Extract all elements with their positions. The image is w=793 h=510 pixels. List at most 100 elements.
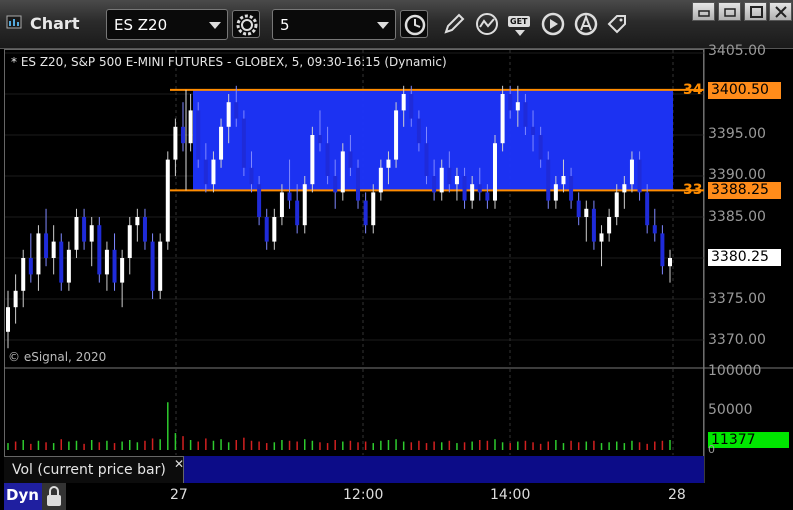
candle-body	[394, 110, 399, 160]
candle-body	[637, 159, 642, 193]
candle-body	[439, 167, 444, 193]
time-tick: 14:00	[490, 487, 531, 503]
current-price-tag: 3380.25	[708, 249, 781, 266]
candle-body	[538, 135, 543, 160]
candle-body	[599, 233, 604, 242]
candle-body	[302, 184, 307, 226]
candle-body	[317, 135, 322, 144]
range-high-short: 34	[683, 82, 703, 98]
candle-body	[234, 102, 239, 119]
range-low-short: 33	[683, 182, 703, 198]
close-icon[interactable]: ✕	[174, 457, 184, 471]
candle-body	[82, 217, 87, 242]
candle-body	[257, 184, 262, 217]
volume-zero-tick: 0	[708, 443, 715, 456]
candle-body	[591, 208, 596, 242]
candle-body	[378, 167, 383, 193]
candle-body	[523, 102, 528, 127]
candle-body	[660, 233, 665, 267]
candle-body	[310, 135, 315, 185]
candle-body	[59, 241, 64, 283]
candle-body	[181, 126, 186, 144]
candle-body	[409, 94, 414, 119]
candle-body	[371, 192, 376, 226]
price-tick: 3370.00	[708, 332, 766, 348]
price-range-box	[193, 89, 673, 191]
candle-body	[454, 176, 459, 185]
candle-body	[340, 151, 345, 193]
candle-body	[508, 94, 513, 111]
range-high-tag: 3400.50	[708, 82, 781, 99]
candle-body	[158, 241, 163, 291]
candle-body	[112, 249, 117, 283]
candle-body	[44, 233, 49, 258]
candle-body	[97, 225, 102, 275]
price-tick: 3375.00	[708, 291, 766, 307]
candle-body	[325, 143, 330, 176]
candle-body	[6, 307, 10, 332]
candle-body	[74, 217, 79, 250]
candle-body	[477, 184, 482, 193]
price-tick: 3405.00	[708, 43, 766, 59]
candle-body	[386, 159, 391, 168]
candle-body	[279, 192, 284, 217]
candle-body	[295, 200, 300, 226]
candle-body	[546, 159, 551, 201]
candle-body	[135, 217, 140, 226]
dynamic-button-label: Dyn	[6, 486, 39, 504]
lock-icon	[47, 486, 61, 506]
volume-tick: 100000	[708, 363, 762, 379]
candle-body	[165, 159, 170, 242]
price-tick: 3395.00	[708, 126, 766, 142]
time-tick: 27	[170, 487, 188, 503]
candle-body	[356, 167, 361, 201]
candle-body	[150, 241, 155, 291]
dynamic-button[interactable]: Dyn	[4, 483, 42, 510]
study-strip	[184, 456, 704, 483]
volume-study-title: Vol (current price bar)	[12, 462, 166, 478]
candle-body	[21, 258, 26, 291]
candle-body	[104, 249, 109, 275]
candle-body	[249, 167, 254, 185]
candle-body	[120, 258, 125, 283]
time-tick: 12:00	[343, 487, 384, 503]
candle-body	[614, 192, 619, 217]
candle-body	[515, 102, 520, 111]
copyright-label: © eSignal, 2020	[8, 350, 107, 364]
volume-study-label[interactable]: Vol (current price bar) ✕	[4, 456, 184, 483]
candle-body	[89, 225, 94, 242]
candle-body	[363, 200, 368, 226]
candle-body	[622, 184, 627, 193]
candle-body	[424, 143, 429, 176]
price-tick: 3385.00	[708, 209, 766, 225]
chart-header: * ES Z20, S&P 500 E-MINI FUTURES - GLOBE…	[11, 55, 447, 69]
candle-body	[569, 176, 574, 201]
candle-body	[652, 225, 657, 234]
candle-body	[51, 241, 56, 258]
candle-body	[333, 176, 338, 193]
candle-body	[629, 159, 634, 185]
price-tick: 3390.00	[708, 167, 766, 183]
candle-body	[470, 184, 475, 201]
price-plot[interactable]	[0, 0, 793, 510]
candle-body	[607, 217, 612, 234]
candle-body	[287, 192, 292, 201]
candle-body	[432, 176, 437, 193]
candle-body	[211, 159, 216, 185]
volume-tick: 50000	[708, 402, 753, 418]
lock-button[interactable]	[42, 483, 66, 510]
candle-body	[196, 110, 201, 160]
candle-body	[531, 126, 536, 135]
candle-body	[36, 233, 41, 275]
candle-body	[348, 151, 353, 168]
candle-body	[485, 192, 490, 201]
candle-body	[401, 94, 406, 111]
candle-body	[173, 126, 178, 160]
candle-body	[272, 217, 277, 242]
candle-body	[142, 217, 147, 242]
candle-body	[226, 102, 231, 127]
candle-body	[645, 192, 650, 226]
candle-body	[462, 176, 467, 201]
candle-body	[447, 167, 452, 185]
candle-body	[576, 200, 581, 217]
